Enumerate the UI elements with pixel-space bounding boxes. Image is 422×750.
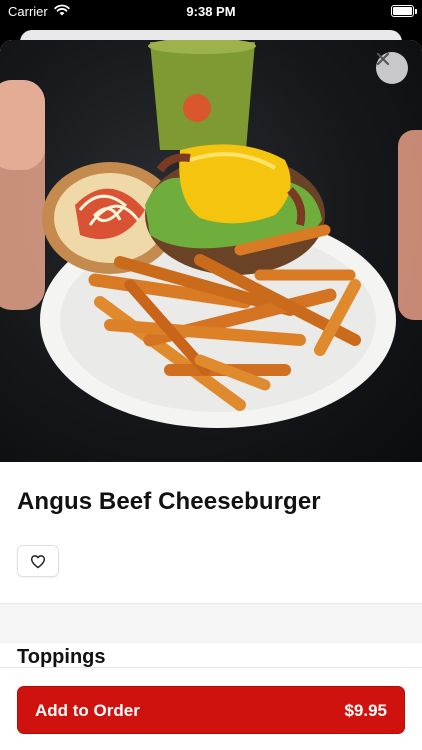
item-photo [0, 40, 422, 462]
close-icon [376, 52, 390, 66]
status-time: 9:38 PM [186, 4, 236, 19]
favorite-button[interactable] [17, 545, 59, 577]
add-to-order-button[interactable]: Add to Order $9.95 [17, 686, 405, 734]
item-title: Angus Beef Cheeseburger [17, 488, 321, 515]
battery-tip [415, 9, 417, 14]
heart-outline-icon [30, 554, 46, 568]
add-to-order-label: Add to Order [35, 701, 140, 720]
order-price: $9.95 [344, 701, 387, 720]
status-bar: Carrier 9:38 PM [0, 0, 422, 24]
item-photo-illustration [0, 40, 422, 428]
section-divider [0, 603, 422, 643]
battery-full-icon [391, 5, 414, 17]
toppings-section-title: Toppings [17, 646, 106, 668]
close-button[interactable] [376, 52, 408, 84]
item-detail-sheet: Angus Beef Cheeseburger Toppings Add to … [0, 40, 422, 750]
order-footer: Add to Order $9.95 [0, 667, 422, 750]
